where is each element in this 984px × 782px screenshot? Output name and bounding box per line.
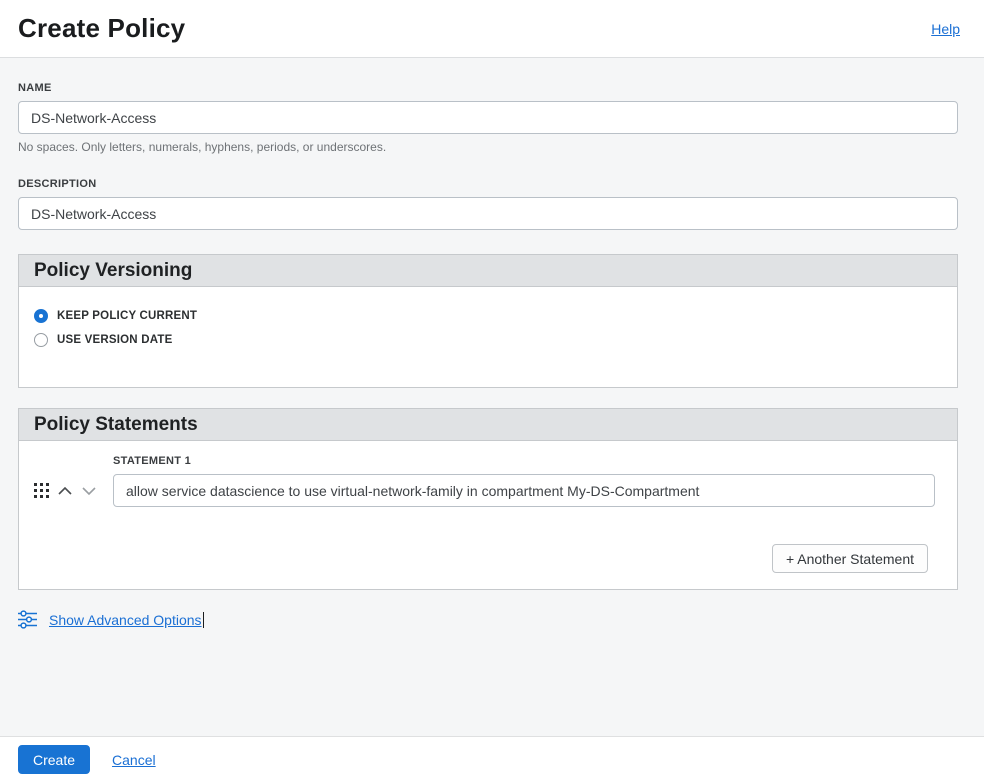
statement-1-label: STATEMENT 1 bbox=[113, 455, 192, 467]
description-label: DESCRIPTION bbox=[18, 178, 97, 190]
move-statement-up-button[interactable] bbox=[57, 486, 73, 496]
advanced-options-row: Show Advanced Options bbox=[18, 610, 958, 629]
show-advanced-options-link[interactable]: Show Advanced Options bbox=[49, 612, 202, 628]
text-caret bbox=[202, 611, 204, 628]
name-helper-text: No spaces. Only letters, numerals, hyphe… bbox=[18, 140, 387, 154]
description-input[interactable] bbox=[18, 197, 958, 230]
add-statement-row: + Another Statement bbox=[19, 544, 957, 573]
statement-row bbox=[19, 474, 957, 507]
cancel-link[interactable]: Cancel bbox=[112, 752, 156, 768]
radio-label: KEEP POLICY CURRENT bbox=[57, 310, 198, 322]
radio-icon bbox=[34, 333, 48, 347]
policy-versioning-body: KEEP POLICY CURRENT USE VERSION DATE bbox=[19, 287, 957, 387]
page-header: Create Policy Help bbox=[0, 0, 984, 58]
page-title: Create Policy bbox=[18, 13, 186, 43]
move-statement-down-button[interactable] bbox=[81, 486, 97, 496]
name-field-block: NAME No spaces. Only letters, numerals, … bbox=[18, 82, 958, 154]
create-button[interactable]: Create bbox=[18, 745, 91, 774]
main-content: NAME No spaces. Only letters, numerals, … bbox=[0, 58, 984, 736]
statement-controls bbox=[19, 483, 113, 498]
policy-versioning-section: Policy Versioning KEEP POLICY CURRENT US… bbox=[18, 254, 958, 388]
policy-statements-body: STATEMENT 1 allow service datascience to… bbox=[19, 441, 957, 589]
statement-1-input[interactable] bbox=[113, 474, 935, 507]
another-statement-button[interactable]: + Another Statement bbox=[771, 544, 928, 573]
policy-versioning-title: Policy Versioning bbox=[34, 259, 193, 281]
help-link[interactable]: Help bbox=[931, 21, 960, 37]
policy-statements-header: Policy Statements bbox=[19, 409, 957, 441]
policy-statements-title: Policy Statements bbox=[34, 413, 198, 435]
policy-statements-section: Policy Statements STATEMENT 1 allow serv… bbox=[18, 408, 958, 590]
radio-use-version-date[interactable]: USE VERSION DATE bbox=[34, 333, 942, 347]
name-input[interactable] bbox=[18, 101, 958, 134]
radio-label: USE VERSION DATE bbox=[57, 334, 173, 346]
page-footer: Create Cancel bbox=[0, 736, 984, 782]
description-field-block: DESCRIPTION bbox=[18, 178, 958, 230]
radio-icon bbox=[34, 309, 48, 323]
sliders-icon bbox=[18, 610, 37, 629]
name-label: NAME bbox=[18, 82, 52, 94]
drag-handle-icon[interactable] bbox=[34, 483, 49, 498]
radio-keep-policy-current[interactable]: KEEP POLICY CURRENT bbox=[34, 309, 942, 323]
policy-versioning-header: Policy Versioning bbox=[19, 255, 957, 287]
